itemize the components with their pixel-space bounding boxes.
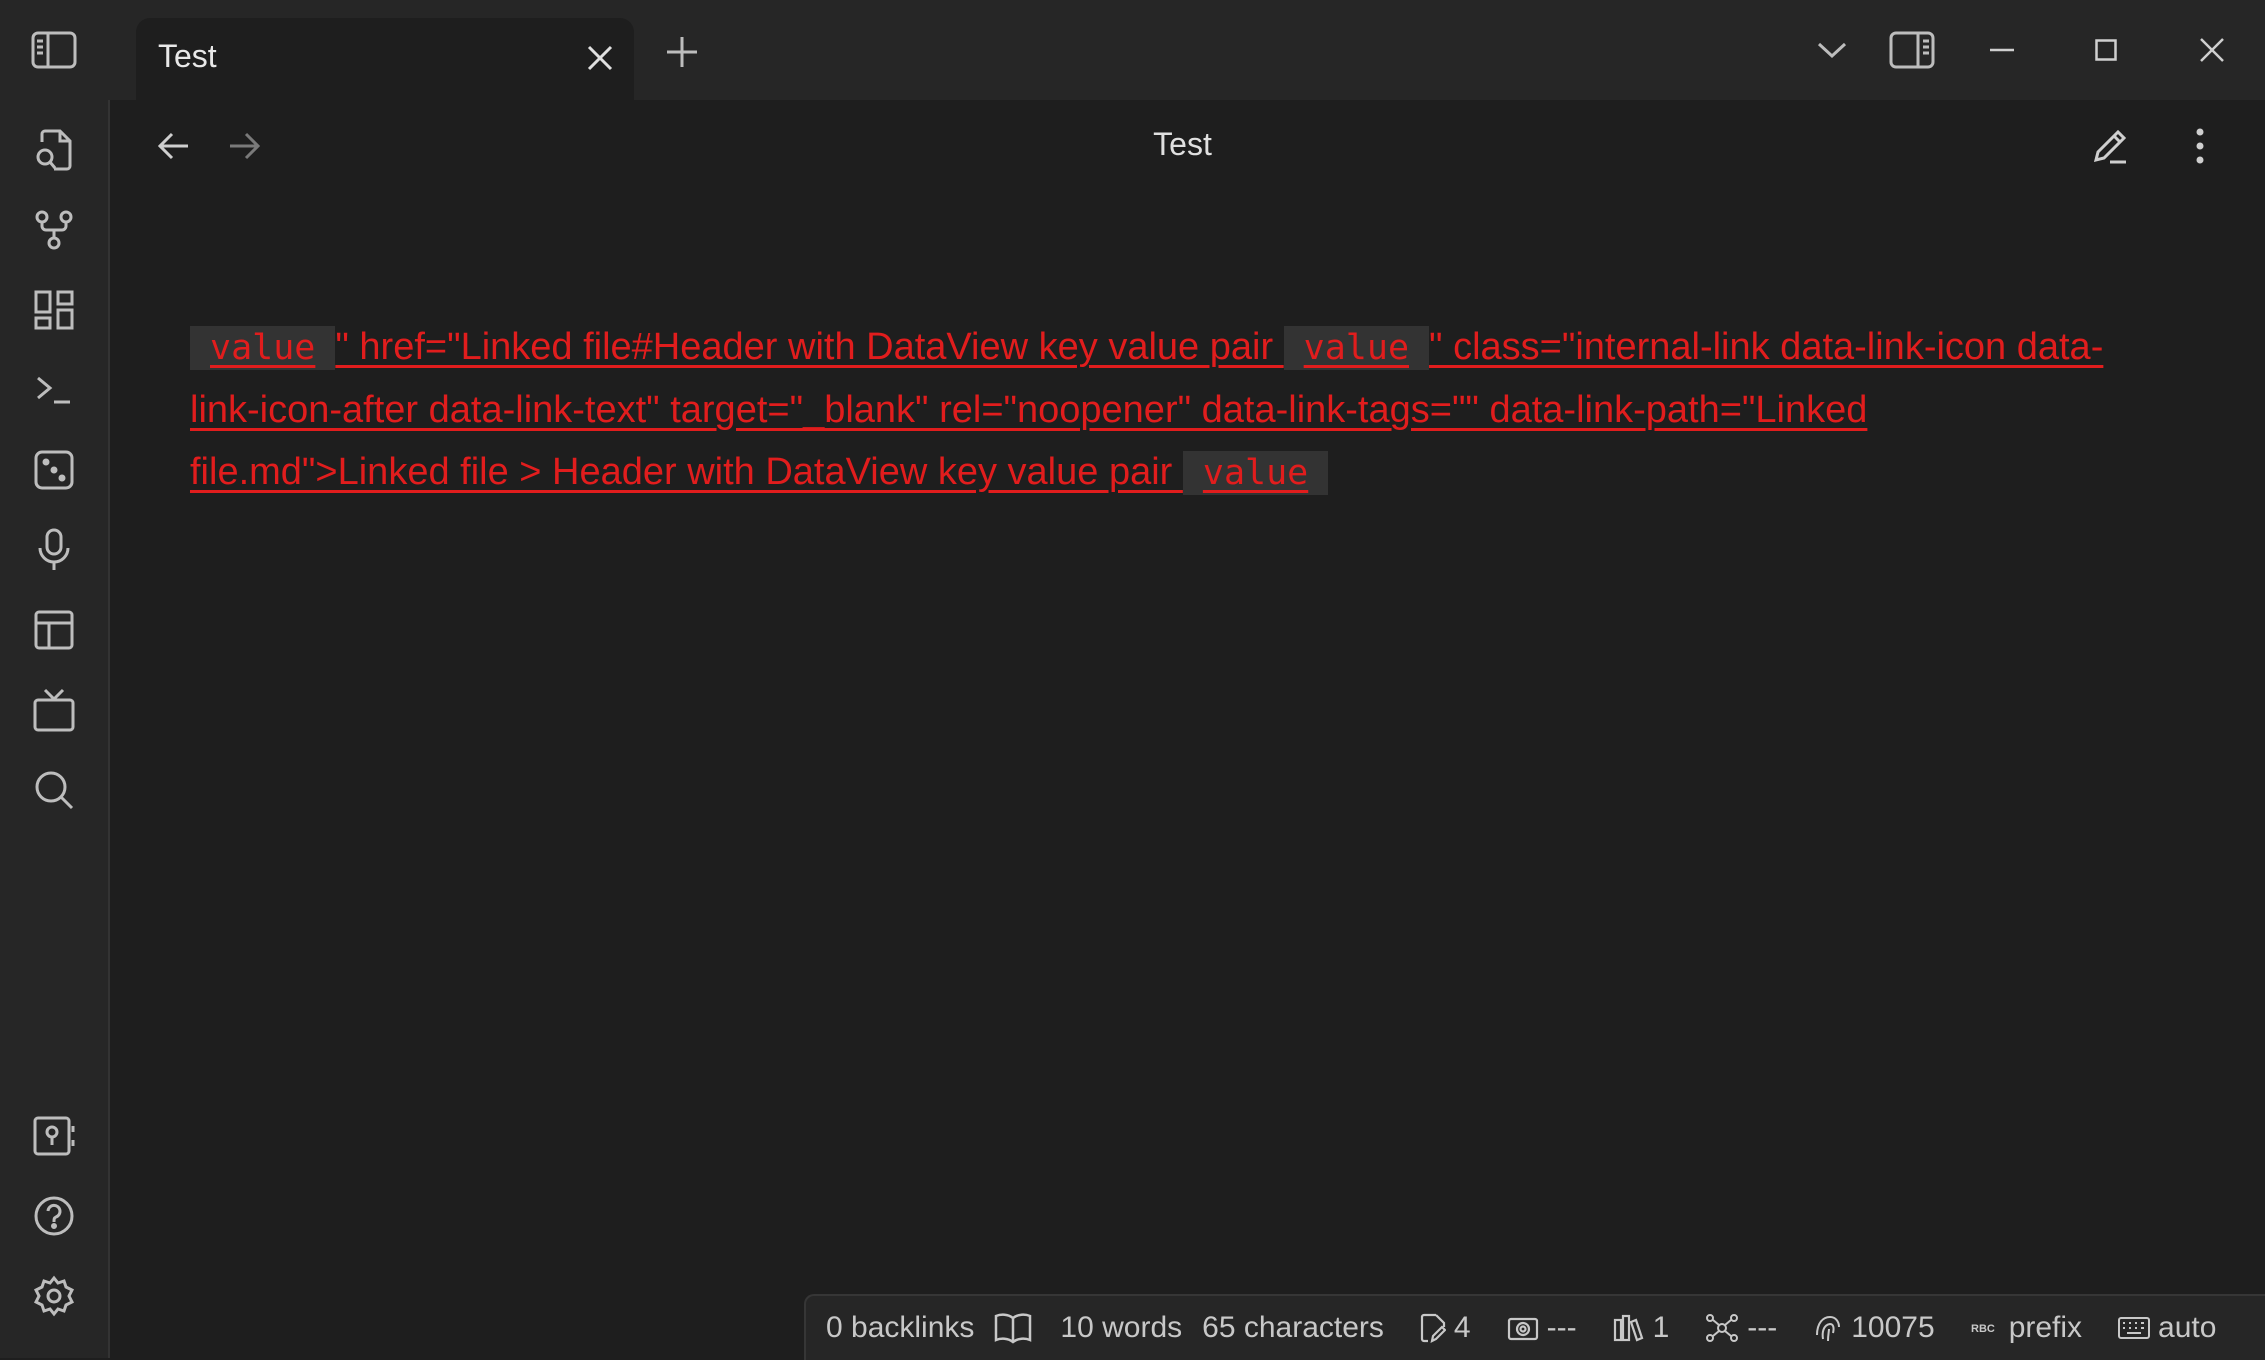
tab-test[interactable]: Test [136, 18, 634, 100]
ribbon-vault-switcher-button[interactable] [24, 1106, 84, 1166]
inline-code: value [1182, 451, 1329, 495]
settings-icon [33, 1275, 75, 1317]
dice-icon [34, 450, 74, 490]
maximize-button[interactable] [2078, 24, 2134, 76]
character-count: 65 characters [1202, 1311, 1384, 1345]
graph-status[interactable]: --- [1705, 1311, 1777, 1345]
dashboard-icon [34, 290, 74, 330]
library-count[interactable]: 1 [1613, 1311, 1670, 1345]
close-icon [587, 45, 613, 71]
backlinks-count[interactable]: 0 backlinks [826, 1311, 974, 1345]
more-vertical-icon [2196, 128, 2204, 164]
file-search-icon [36, 129, 72, 171]
ribbon-settings-button[interactable] [24, 1266, 84, 1326]
reading-view-toggle[interactable] [994, 1312, 1040, 1344]
view-title[interactable]: Test [1100, 126, 1265, 163]
keyboard-value: auto [2158, 1311, 2217, 1344]
spellcheck-mode[interactable]: RBC prefix [1971, 1311, 2082, 1345]
keyboard-icon [2118, 1317, 2151, 1339]
backlinks-label: 0 backlinks [826, 1311, 975, 1344]
book-open-icon [995, 1313, 1032, 1344]
sidebar-toggle-button[interactable] [0, 0, 108, 100]
right-sidebar-toggle-button[interactable] [1884, 24, 1940, 76]
edit-count[interactable]: 4 [1420, 1311, 1471, 1345]
plus-icon [667, 37, 697, 67]
camera-icon [1507, 1317, 1538, 1341]
title-bar: Test [0, 0, 2265, 100]
word-count: 10 words [1060, 1311, 1182, 1345]
svg-text:RBC: RBC [1971, 1323, 1995, 1335]
tab-close-button[interactable] [580, 38, 620, 78]
more-options-button[interactable] [2174, 120, 2226, 172]
ribbon-terminal-button[interactable] [24, 360, 84, 420]
ribbon-random-note-button[interactable] [24, 440, 84, 500]
library-icon [1613, 1314, 1643, 1342]
sidebar-toggle-icon [31, 31, 77, 69]
keystroke-value: 10075 [1851, 1311, 1935, 1344]
left-ribbon [0, 100, 110, 1358]
search-icon [35, 771, 74, 810]
fingerprint-icon [1816, 1315, 1841, 1342]
file-edit-icon [1420, 1313, 1446, 1343]
edit-count-value: 4 [1453, 1311, 1471, 1344]
note-content: value " href="Linked file#Header with Dat… [190, 316, 2120, 504]
tab-title: Test [158, 38, 217, 74]
ribbon-help-button[interactable] [24, 1186, 84, 1246]
keystroke-count[interactable]: 10075 [1813, 1311, 1935, 1345]
graph-nodes-icon [1706, 1314, 1739, 1342]
git-branch-icon [35, 210, 73, 250]
spellcheck-icon: RBC [1971, 1323, 1995, 1335]
spellcheck-value: prefix [2008, 1311, 2083, 1344]
window-close-button[interactable] [2184, 24, 2240, 76]
chevron-down-icon [1817, 42, 1847, 59]
terminal-icon [37, 376, 70, 404]
vault-icon [33, 1116, 75, 1156]
graph-value: --- [1747, 1311, 1778, 1344]
maximize-icon [2095, 39, 2117, 61]
arrow-left-icon [158, 132, 188, 160]
library-value: 1 [1652, 1311, 1670, 1344]
words-label: 10 words [1060, 1311, 1183, 1344]
microphone-icon [38, 528, 70, 570]
ribbon-search-button[interactable] [24, 760, 84, 820]
pencil-icon [2093, 129, 2127, 164]
minimize-button[interactable] [1974, 24, 2030, 76]
ribbon-dashboard-button[interactable] [24, 280, 84, 340]
tv-icon [33, 688, 75, 732]
minimize-icon [1990, 48, 2014, 52]
sidebar-right-icon [1889, 31, 1935, 69]
ribbon-audio-recorder-button[interactable] [24, 520, 84, 580]
characters-label: 65 characters [1202, 1311, 1384, 1344]
camera-value: --- [1546, 1311, 1577, 1344]
edit-mode-button[interactable] [2084, 120, 2136, 172]
help-icon [34, 1196, 74, 1236]
ribbon-templates-button[interactable] [24, 600, 84, 660]
new-tab-button[interactable] [658, 28, 706, 76]
ribbon-presentation-button[interactable] [24, 680, 84, 740]
keyboard-mode[interactable]: auto [2118, 1311, 2216, 1345]
ribbon-quick-switcher-button[interactable] [24, 120, 84, 180]
inline-code: value [1283, 326, 1430, 370]
status-bar: 0 backlinks 10 words 65 characters 4 ---… [804, 1294, 2265, 1360]
tab-list-button[interactable] [1804, 24, 1860, 76]
forward-button[interactable] [218, 120, 270, 172]
arrow-right-icon [230, 132, 260, 160]
inline-code: value [190, 326, 336, 370]
layout-icon [34, 610, 74, 650]
back-button[interactable] [148, 120, 200, 172]
ribbon-graph-button[interactable] [24, 200, 84, 260]
link-text[interactable]: " href="Linked file#Header with DataView… [335, 326, 1283, 368]
close-icon [2200, 38, 2224, 62]
camera-status[interactable]: --- [1507, 1311, 1577, 1345]
